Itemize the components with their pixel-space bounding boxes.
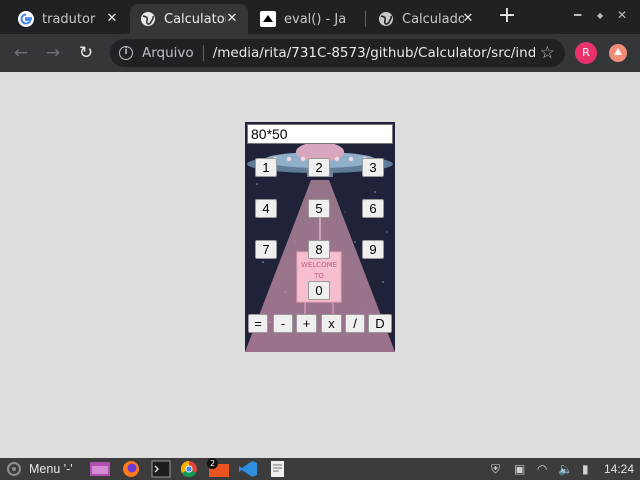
tab-eval-javascript[interactable]: eval() - JavaScript [250,4,364,34]
extension-icon[interactable] [609,44,627,62]
tab-tradutor[interactable]: tradutor ✕ [8,4,128,34]
browser-toolbar: ← → ↻ i Arquivo /media/rita/731C-8573/gi… [0,34,640,72]
menu-button[interactable]: Menu '-' [29,460,73,478]
restore-icon[interactable]: ◆ [597,11,603,20]
calculator: WELCOME TO 80*50 1 2 3 4 5 6 7 8 9 0 = -… [245,122,395,352]
tab-title: Calculator [164,11,226,27]
key-3[interactable]: 3 [362,158,384,177]
shield-icon[interactable]: ⛨ [491,462,500,476]
close-tab-icon[interactable]: ✕ [224,11,240,27]
equals-button[interactable]: = [248,314,268,333]
key-2[interactable]: 2 [308,158,330,177]
key-8[interactable]: 8 [308,240,330,259]
key-1[interactable]: 1 [255,158,277,177]
bookmark-star-icon[interactable]: ☆ [540,43,555,63]
tab-separator [365,11,366,27]
globe-icon [379,12,393,26]
plus-button[interactable]: + [296,314,317,333]
vscode-icon[interactable] [238,460,258,478]
key-7[interactable]: 7 [255,240,277,259]
mdn-icon [260,11,276,27]
terminal-icon[interactable] [151,460,171,478]
info-icon[interactable]: i [119,46,133,60]
welcome-sign-text: TO [313,272,324,280]
google-icon [18,11,34,27]
minus-button[interactable]: - [273,314,293,333]
address-bar[interactable]: i Arquivo /media/rita/731C-8573/github/C… [110,39,565,67]
wifi-icon[interactable]: ◠ [537,462,547,476]
tab-title: Calculadora [402,11,464,27]
divide-button[interactable]: / [345,314,365,333]
volume-icon[interactable]: 🔈 [558,462,573,476]
mint-menu-icon[interactable] [6,460,22,478]
calculator-display[interactable]: 80*50 [247,124,393,144]
forward-arrow-icon[interactable]: → [42,42,64,64]
url-text[interactable]: /media/rita/731C-8573/github/Calculator/… [213,45,535,61]
profile-avatar[interactable]: R [575,42,597,64]
update-manager-icon[interactable]: ▣ [514,462,525,476]
close-tab-icon[interactable]: ✕ [104,11,120,27]
tab-title: eval() - JavaScript [284,11,346,27]
page-viewport: WELCOME TO 80*50 1 2 3 4 5 6 7 8 9 0 = -… [0,72,640,458]
battery-icon[interactable]: ▮ [582,462,589,476]
minimize-icon[interactable]: ━ [574,8,581,22]
plus-icon[interactable]: + [496,5,518,28]
key-5[interactable]: 5 [308,199,330,218]
tab-calculadora[interactable]: Calculadora ✕ [368,4,484,34]
show-desktop-icon[interactable] [89,460,111,478]
key-6[interactable]: 6 [362,199,384,218]
key-0[interactable]: 0 [308,281,330,300]
tab-strip: tradutor ✕ Calculator ✕ eval() - JavaScr… [0,0,640,34]
clock[interactable]: 14:24 [604,460,634,478]
file-origin-label: Arquivo [142,45,194,61]
key-4[interactable]: 4 [255,199,277,218]
back-arrow-icon[interactable]: ← [10,42,32,64]
firefox-icon[interactable] [121,460,141,478]
tab-calculator[interactable]: Calculator ✕ [130,4,248,34]
delete-button[interactable]: D [368,314,392,333]
omnibox-divider [202,45,204,61]
text-editor-icon[interactable] [268,460,288,478]
globe-icon [141,12,155,26]
reload-icon[interactable]: ↻ [75,42,97,64]
close-tab-icon[interactable]: ✕ [460,11,476,27]
key-9[interactable]: 9 [362,240,384,259]
chrome-icon[interactable] [179,460,199,478]
window-count-badge: 2 [207,458,218,469]
tab-title: tradutor [42,11,96,27]
close-window-icon[interactable]: ✕ [617,8,627,22]
taskbar: Menu '-' 2 ⛨ ▣ ◠ 🔈 ▮ 14:24 [0,458,640,480]
multiply-button[interactable]: x [321,314,342,333]
welcome-sign-text: WELCOME [301,261,337,269]
